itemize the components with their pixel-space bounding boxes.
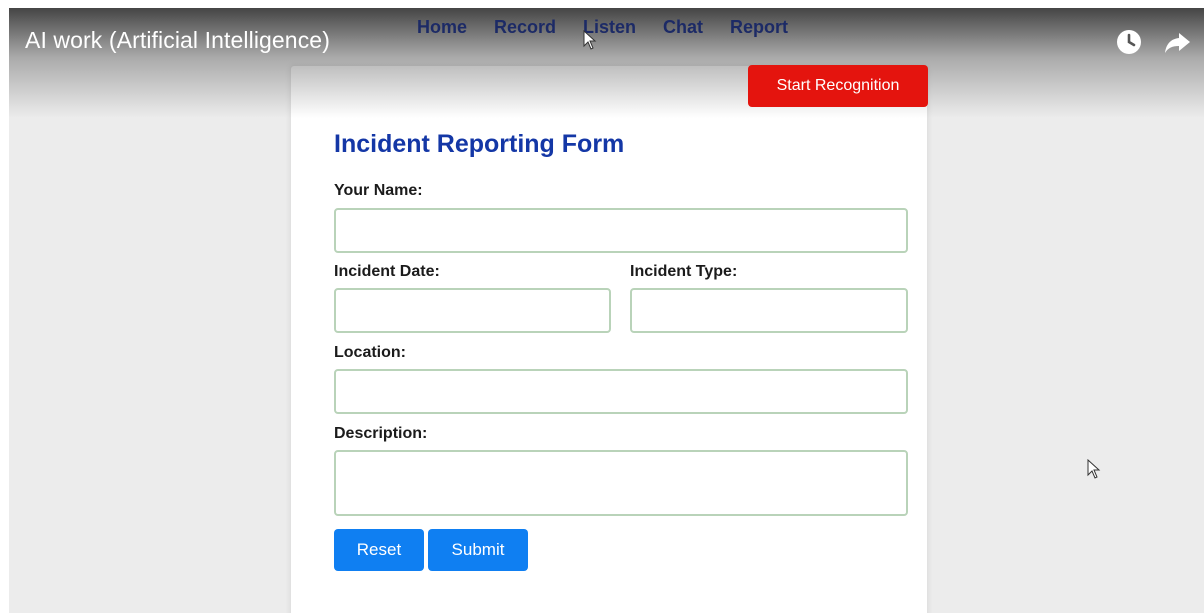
name-input[interactable] xyxy=(334,208,908,253)
nav-home-link[interactable]: Home xyxy=(417,17,467,38)
start-recognition-button[interactable]: Start Recognition xyxy=(748,65,928,107)
nav-record-link[interactable]: Record xyxy=(494,17,556,38)
top-nav: Home Record Listen Chat Report xyxy=(417,17,815,38)
mouse-cursor-icon xyxy=(1087,459,1101,479)
incident-date-label: Incident Date: xyxy=(334,263,440,280)
description-label: Description: xyxy=(334,425,428,442)
video-title[interactable]: AI work (Artificial Intelligence) xyxy=(25,27,330,54)
nav-report-link[interactable]: Report xyxy=(730,17,788,38)
nav-listen-link[interactable]: Listen xyxy=(583,17,636,38)
clock-icon[interactable] xyxy=(1115,28,1143,56)
description-wrapper xyxy=(334,450,908,516)
form-title: Incident Reporting Form xyxy=(334,130,625,158)
reset-button[interactable]: Reset xyxy=(334,529,424,571)
incident-type-input[interactable] xyxy=(630,288,908,333)
nav-chat-link[interactable]: Chat xyxy=(663,17,703,38)
location-label: Location: xyxy=(334,344,406,361)
location-input[interactable] xyxy=(334,369,908,414)
name-label: Your Name: xyxy=(334,182,423,199)
incident-type-label: Incident Type: xyxy=(630,263,738,280)
description-textarea[interactable] xyxy=(334,450,908,516)
incident-date-input[interactable] xyxy=(334,288,611,333)
submit-button[interactable]: Submit xyxy=(428,529,528,571)
share-icon[interactable] xyxy=(1163,28,1191,56)
video-frame: AI work (Artificial Intelligence) Home R… xyxy=(9,8,1204,613)
video-controls xyxy=(1115,28,1191,56)
